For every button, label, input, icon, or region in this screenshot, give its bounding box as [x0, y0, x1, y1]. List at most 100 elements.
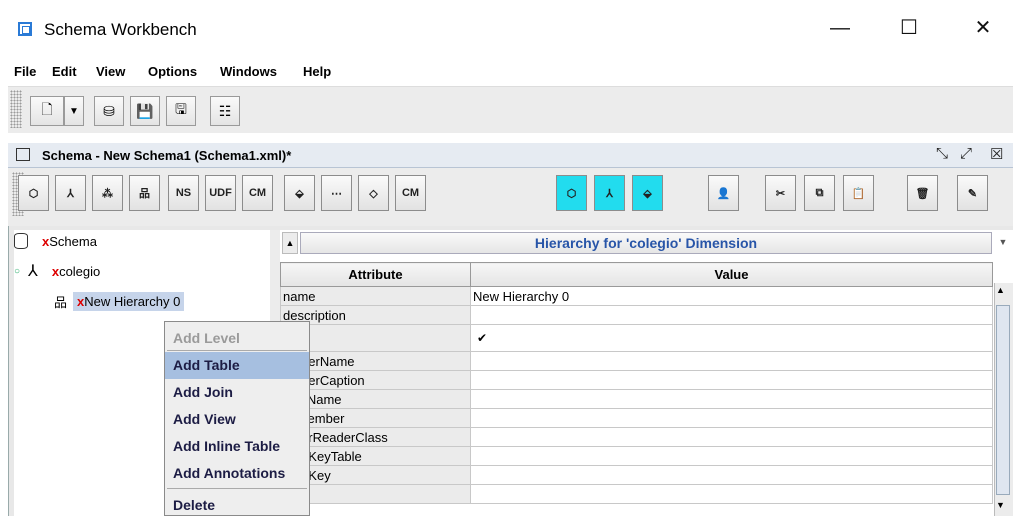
button-caption: ✂	[775, 187, 786, 200]
add-virtual-dimension-icon[interactable]: ⅄	[594, 175, 625, 211]
tree-node-dimension[interactable]: ○ ⅄ x colegio	[14, 260, 270, 282]
window-title: Schema Workbench	[44, 20, 197, 39]
context-menu-item-add-inline-table[interactable]: Add Inline Table	[165, 433, 309, 460]
value-cell[interactable]	[470, 484, 993, 504]
tree-node-hierarchy[interactable]: 品 x New Hierarchy 0	[54, 290, 270, 312]
save-icon[interactable]: 💾	[130, 96, 160, 126]
value-cell[interactable]: New Hierarchy 0	[470, 286, 993, 306]
header-dropdown-icon[interactable]: ▼	[994, 232, 1012, 254]
frame-icon	[16, 148, 30, 161]
context-menu-item-delete[interactable]: Delete	[165, 492, 309, 519]
table-row[interactable]: All✔	[280, 324, 993, 352]
add-property-icon[interactable]: ◇	[358, 175, 389, 211]
copy-icon[interactable]: ⧉	[804, 175, 835, 211]
button-caption: ✎	[967, 187, 978, 200]
add-udf-icon[interactable]: UDF	[205, 175, 236, 211]
tree-node-label: Schema	[49, 233, 97, 249]
edit-icon[interactable]: ✎	[957, 175, 988, 211]
table-row[interactable]: description	[280, 305, 993, 325]
paste-icon[interactable]: 📋	[843, 175, 874, 211]
column-header-attribute[interactable]: Attribute	[280, 262, 471, 287]
value-cell[interactable]	[470, 351, 993, 371]
button-caption: CM	[401, 187, 420, 199]
table-row[interactable]: mberReaderClass	[280, 427, 993, 447]
context-menu-item-add-annotations[interactable]: Add Annotations	[165, 460, 309, 487]
menu-separator	[167, 350, 307, 351]
open-icon[interactable]: ⛁	[94, 96, 124, 126]
table-row[interactable]: tion	[280, 484, 993, 504]
scroll-down-icon[interactable]: ▼	[996, 500, 1005, 510]
menu-view[interactable]: View	[96, 64, 125, 79]
value-cell[interactable]	[470, 465, 993, 485]
context-menu: Add Level Add Table Add Join Add View Add In…	[164, 321, 310, 516]
button-caption: 📋	[851, 187, 866, 200]
preferences-icon[interactable]: ☷	[210, 96, 240, 126]
add-named-set-icon[interactable]: NS	[168, 175, 199, 211]
add-calc-measure-icon[interactable]: CM	[395, 175, 426, 211]
menu-edit[interactable]: Edit	[52, 64, 77, 79]
add-virtual-cube-icon[interactable]: ⬡	[556, 175, 587, 211]
table-row[interactable]: emberCaption	[280, 370, 993, 390]
selected-node-highlight: x New Hierarchy 0	[73, 291, 185, 311]
maximize-button[interactable]: ☐	[886, 14, 932, 42]
table-row[interactable]: naryKeyTable	[280, 446, 993, 466]
restore-icon[interactable]: ⤡	[936, 145, 948, 162]
context-menu-item-add-view[interactable]: Add View	[165, 406, 309, 433]
pane-scroll-up-icon[interactable]: ▲	[282, 232, 298, 254]
table-row[interactable]: evelName	[280, 389, 993, 409]
close-button[interactable]: ✕	[960, 14, 1006, 42]
menu-bar: File Edit View Options Windows Help	[0, 62, 1013, 84]
tree-node-schema[interactable]: x Schema	[14, 230, 270, 252]
context-menu-item-add-table[interactable]: Add Table	[165, 352, 309, 379]
cut-icon[interactable]: ✂	[765, 175, 796, 211]
has-all-checkbox[interactable]: ✔	[470, 324, 993, 352]
menu-options[interactable]: Options	[148, 64, 197, 79]
add-calculated-member-icon[interactable]: CM	[242, 175, 273, 211]
add-hierarchy-icon[interactable]: 品	[129, 175, 160, 211]
scroll-up-icon[interactable]: ▲	[996, 285, 1005, 295]
dimension-icon: ⅄	[28, 263, 38, 280]
column-header-value[interactable]: Value	[470, 262, 993, 287]
value-cell[interactable]	[470, 305, 993, 325]
tree-node-label: colegio	[59, 263, 101, 279]
table-row[interactable]: naryKey	[280, 465, 993, 485]
menu-separator	[167, 488, 307, 489]
maximize-icon[interactable]: ⤢	[960, 145, 972, 162]
tree-node-label: New Hierarchy 0	[84, 293, 181, 309]
value-cell[interactable]	[470, 427, 993, 447]
scrollbar-thumb[interactable]	[996, 305, 1010, 495]
add-dimension-icon[interactable]: ⅄	[55, 175, 86, 211]
properties-table: Attribute Value name New Hierarchy 0 descr…	[280, 262, 993, 504]
add-level-icon[interactable]: ⋯	[321, 175, 352, 211]
database-icon	[14, 233, 28, 249]
button-caption: ⧉	[815, 186, 824, 199]
add-dimension-usage-icon[interactable]: ⁂	[92, 175, 123, 211]
menu-help[interactable]: Help	[303, 64, 331, 79]
add-measure-icon[interactable]: ⬙	[284, 175, 315, 211]
add-role-icon[interactable]: 👤	[708, 175, 739, 211]
delete-icon[interactable]: 🗑	[907, 175, 938, 211]
table-row[interactable]: name New Hierarchy 0	[280, 286, 993, 306]
close-icon[interactable]: ☒	[990, 145, 1003, 163]
table-row[interactable]: emberName	[280, 351, 993, 371]
context-menu-item-add-level: Add Level	[173, 330, 240, 346]
dropdown-icon[interactable]: ▼	[64, 96, 84, 126]
toolbar-grip[interactable]	[10, 90, 22, 128]
menu-file[interactable]: File	[14, 64, 36, 79]
expand-toggle-icon[interactable]: ○	[14, 266, 20, 277]
button-caption: CM	[248, 187, 267, 199]
save-as-icon[interactable]: 🖫	[166, 96, 196, 126]
value-cell[interactable]	[470, 446, 993, 466]
add-virtual-measure-icon[interactable]: ⬙	[632, 175, 663, 211]
add-cube-icon[interactable]: ⬡	[18, 175, 49, 211]
menu-windows[interactable]: Windows	[220, 64, 277, 79]
new-icon[interactable]: 🗋	[30, 96, 64, 126]
value-cell[interactable]	[470, 408, 993, 428]
context-menu-item-add-join[interactable]: Add Join	[165, 379, 309, 406]
value-cell[interactable]	[470, 389, 993, 409]
value-cell[interactable]	[470, 370, 993, 390]
minimize-button[interactable]: —	[817, 14, 863, 42]
button-caption: NS	[175, 187, 192, 199]
hierarchy-icon: 品	[54, 294, 68, 310]
table-row[interactable]: ultMember	[280, 408, 993, 428]
